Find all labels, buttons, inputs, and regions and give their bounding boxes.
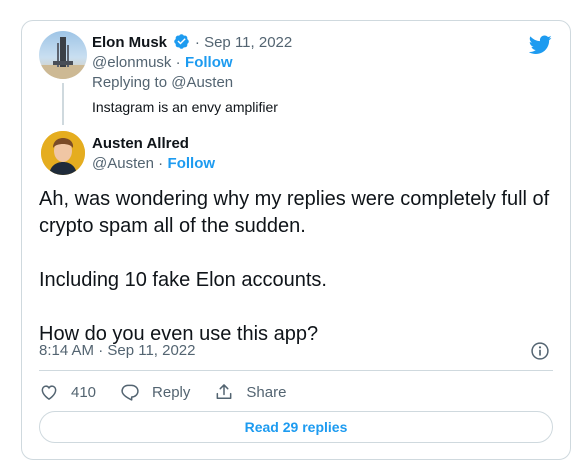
like-button[interactable]: 410 <box>39 382 96 402</box>
reply-label: Reply <box>152 383 191 401</box>
tweet-embed-card: Elon Musk · Sep 11, 2022 @elonmusk · Fol… <box>21 20 571 460</box>
share-button[interactable]: Share <box>214 382 286 402</box>
avatar-image <box>41 131 85 175</box>
main-author-name[interactable]: Austen Allred <box>92 135 189 152</box>
follow-elonmusk-link[interactable]: Follow <box>185 54 233 71</box>
like-count: 410 <box>71 383 97 401</box>
tweet-paragraph: Ah, was wondering why my replies were co… <box>39 188 550 237</box>
replying-to-label[interactable]: Replying to @Austen <box>92 73 233 93</box>
heart-icon <box>41 385 57 400</box>
share-icon <box>216 384 232 399</box>
read-replies-button[interactable]: Read 29 replies <box>39 411 553 443</box>
tweet-paragraph: Including 10 fake Elon accounts. <box>39 269 327 291</box>
parent-tweet-date[interactable]: · Sep 11, 2022 <box>195 34 292 51</box>
reply-button[interactable]: Reply <box>120 382 190 402</box>
main-author-handle[interactable]: @Austen · <box>92 155 163 172</box>
tweet-body: Ah, was wondering why my replies were co… <box>39 186 559 348</box>
info-icon[interactable] <box>530 341 550 361</box>
thread-connector-line <box>62 83 64 125</box>
avatar-image <box>39 37 87 79</box>
avatar-austen[interactable] <box>41 131 85 175</box>
tweet-actions-bar: 410 Reply Share <box>39 381 310 403</box>
twitter-bird-icon[interactable] <box>529 35 552 55</box>
parent-author-name[interactable]: Elon Musk <box>92 34 167 51</box>
parent-author-handle[interactable]: @elonmusk · <box>92 54 181 71</box>
tweet-timestamp[interactable]: 8:14 AM · Sep 11, 2022 <box>39 342 196 359</box>
parent-tweet-text: Instagram is an envy amplifier <box>92 99 278 115</box>
avatar-elonmusk[interactable] <box>39 31 87 79</box>
reply-bubble-icon <box>121 384 139 401</box>
divider <box>39 370 553 371</box>
follow-austen-link[interactable]: Follow <box>168 155 216 172</box>
verified-badge-icon <box>174 34 190 49</box>
share-label: Share <box>246 383 287 401</box>
